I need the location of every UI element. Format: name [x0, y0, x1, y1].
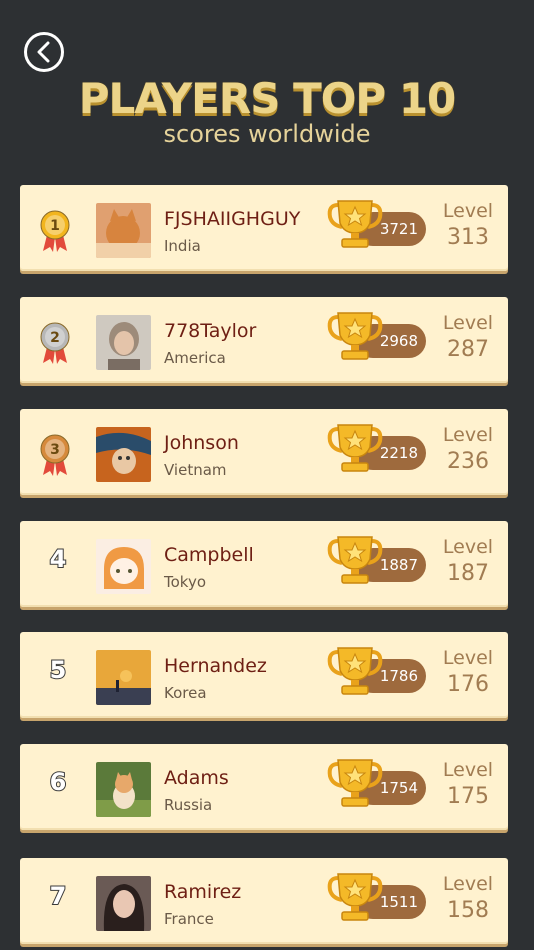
trophy-icon: [326, 754, 384, 812]
trophy-icon: [326, 419, 384, 477]
level-value: 158: [447, 898, 489, 923]
trophy-icon: [326, 868, 384, 926]
level-label: Level: [442, 200, 494, 222]
person-avatar: [96, 315, 151, 370]
anime-girl-avatar: [96, 539, 151, 594]
player-name: Adams: [164, 767, 229, 789]
player-name: Hernandez: [164, 655, 267, 677]
player-country: France: [164, 910, 214, 928]
medal-rank: 1: [50, 218, 60, 234]
level-label: Level: [442, 312, 494, 334]
player-name: Johnson: [164, 432, 239, 454]
player-country: Korea: [164, 684, 207, 702]
page-subtitle: scores worldwide: [163, 120, 371, 148]
player-country: Russia: [164, 796, 213, 814]
level-label: Level: [442, 424, 494, 446]
player-name: 778Taylor: [164, 320, 257, 342]
leaderboard-row[interactable]: 3 Johnson Vietnam 2218 Level 236: [20, 409, 508, 495]
level-label: Level: [442, 873, 494, 895]
page-title: PLAYERS TOP 10: [78, 74, 457, 123]
level-label: Level: [442, 759, 494, 781]
medal-rank: 2: [50, 330, 60, 346]
trophy-icon: [326, 642, 384, 700]
player-name: Ramirez: [164, 881, 242, 903]
level-value: 313: [447, 225, 489, 250]
level-value: 287: [447, 337, 489, 362]
player-country: Tokyo: [164, 573, 206, 591]
back-button[interactable]: [24, 32, 64, 72]
leaderboard-row[interactable]: 1 FJSHAIIGHGUY India 3721 Level 313: [20, 185, 508, 271]
level-value: 236: [447, 449, 489, 474]
trophy-icon: [326, 195, 384, 253]
level-value: 187: [447, 561, 489, 586]
woman-portrait-avatar: [96, 876, 151, 931]
rank-number: 5: [49, 655, 68, 685]
medal-rank: 3: [50, 442, 60, 458]
leaderboard-row[interactable]: 4 Campbell Tokyo 1887 Level 187: [20, 521, 508, 607]
leaderboard-row[interactable]: 6 Adams Russia 1754 Level 175: [20, 744, 508, 830]
leaderboard-row[interactable]: 5 Hernandez Korea 1786 Level 176: [20, 632, 508, 718]
rank-number: 6: [49, 767, 68, 797]
level-value: 176: [447, 672, 489, 697]
player-country: India: [164, 237, 201, 255]
level-label: Level: [442, 536, 494, 558]
player-country: America: [164, 349, 226, 367]
player-country: Vietnam: [164, 461, 227, 479]
leaderboard-row[interactable]: 2 778Taylor America 2968 Level 287: [20, 297, 508, 383]
player-name: FJSHAIIGHGUY: [164, 208, 301, 230]
rank-number: 4: [49, 544, 68, 574]
scream-painting-avatar: [96, 427, 151, 482]
level-value: 175: [447, 784, 489, 809]
kitten-avatar: [96, 762, 151, 817]
rank-number: 7: [49, 881, 68, 911]
leaderboard-row[interactable]: 7 Ramirez France 1511 Level 158: [20, 858, 508, 944]
chevron-left-icon: [37, 41, 50, 63]
orange-cat-avatar: [96, 203, 151, 258]
silver-medal-icon: 2: [39, 317, 71, 365]
sunset-album-avatar: [96, 650, 151, 705]
player-name: Campbell: [164, 544, 254, 566]
trophy-icon: [326, 531, 384, 589]
bronze-medal-icon: 3: [39, 429, 71, 477]
level-label: Level: [442, 647, 494, 669]
gold-medal-icon: 1: [39, 205, 71, 253]
trophy-icon: [326, 307, 384, 365]
